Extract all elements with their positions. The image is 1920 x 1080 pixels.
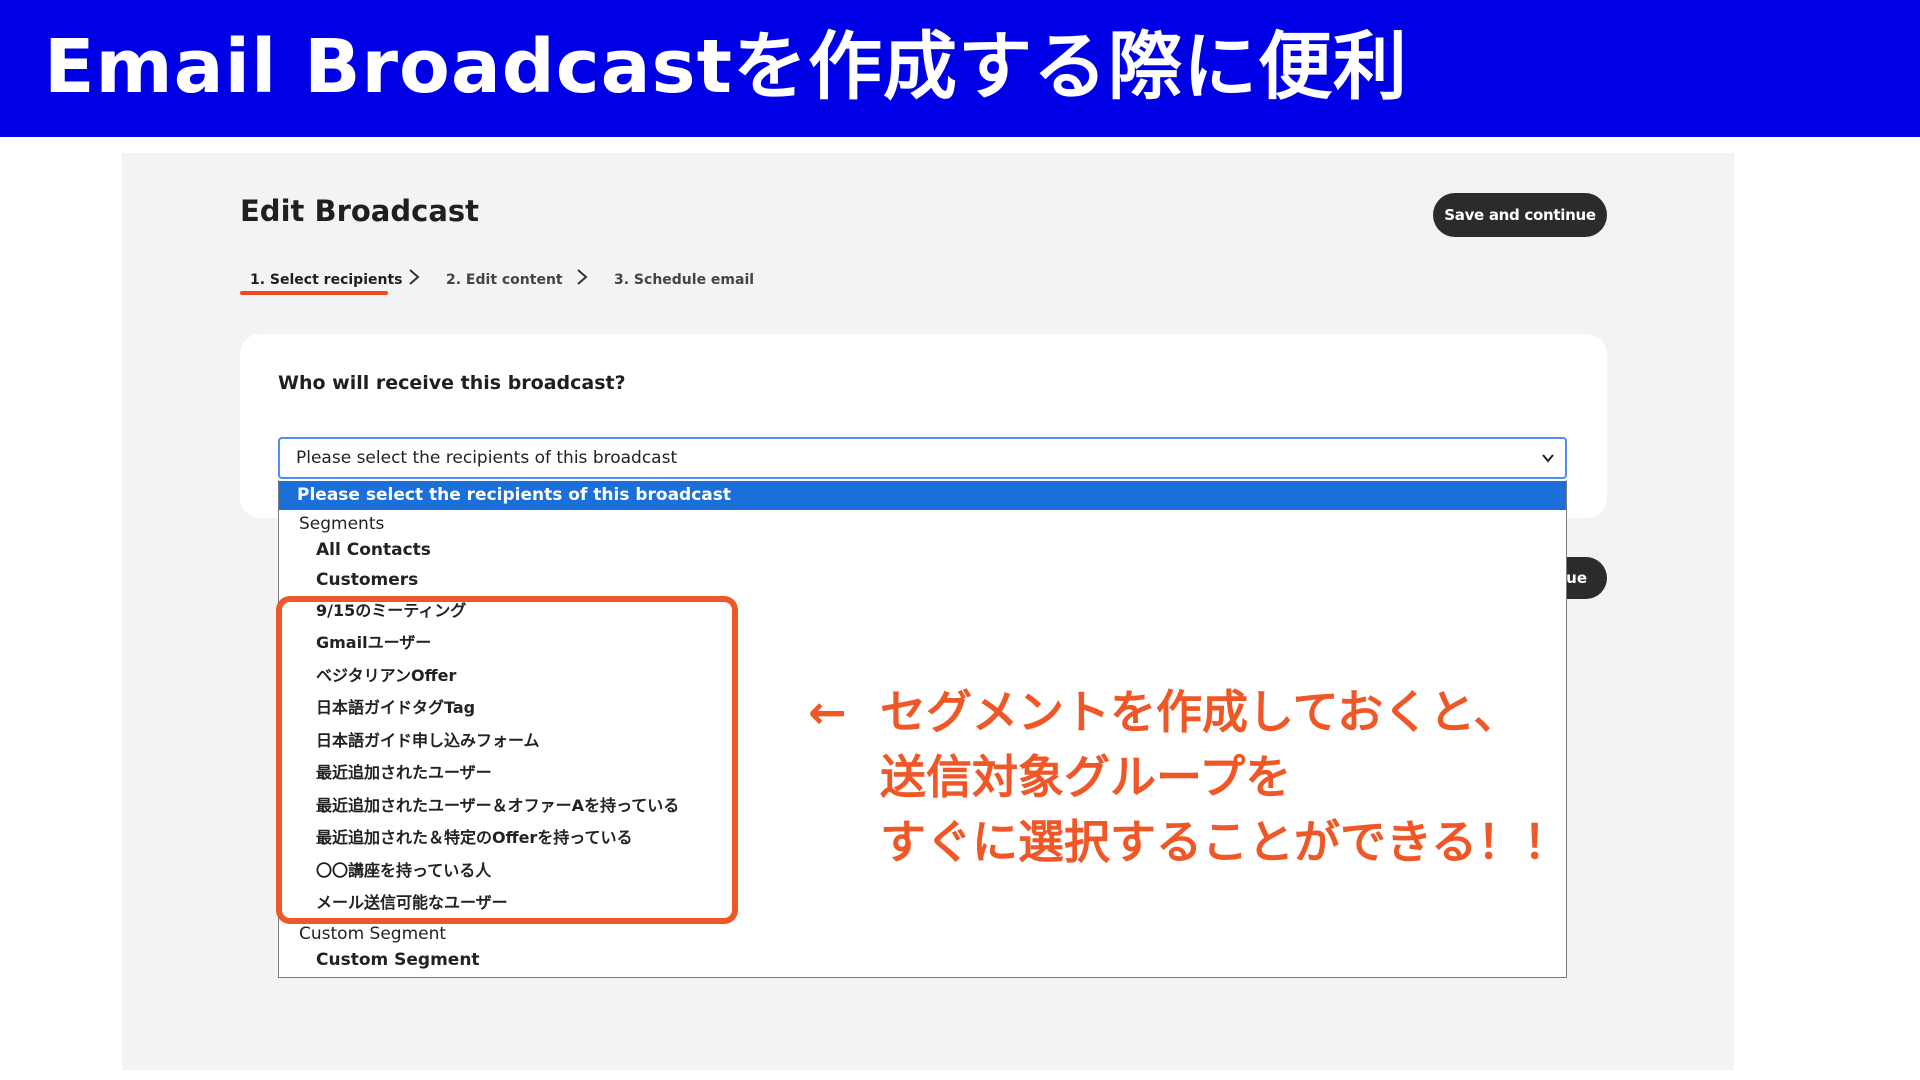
- recipients-select[interactable]: Please select the recipients of this bro…: [278, 437, 1567, 479]
- chevron-right-icon: [577, 269, 588, 285]
- step-edit-content[interactable]: 2. Edit content: [446, 272, 563, 288]
- page-title: Edit Broadcast: [240, 194, 480, 228]
- save-and-continue-button[interactable]: Save and continue: [1433, 193, 1607, 237]
- chevron-down-icon: [1542, 454, 1554, 463]
- callout-line-1: セグメントを作成しておくと、: [880, 685, 1520, 739]
- callout-line-2: 送信対象グループを: [880, 750, 1292, 804]
- step-select-recipients[interactable]: 1. Select recipients: [250, 272, 402, 288]
- option-segment[interactable]: All Contacts: [279, 536, 1566, 565]
- option-segment[interactable]: Customers: [279, 566, 1566, 595]
- banner-title: Email Broadcastを作成する際に便利: [44, 24, 1408, 110]
- optgroup-segments: Segments: [299, 514, 385, 534]
- option-placeholder-selected[interactable]: Please select the recipients of this bro…: [279, 481, 1566, 510]
- left-arrow-icon: ←: [808, 685, 847, 739]
- header-banner: Email Broadcastを作成する際に便利: [0, 0, 1920, 137]
- chevron-right-icon: [409, 269, 420, 285]
- active-step-underline: [240, 291, 388, 295]
- recipients-question: Who will receive this broadcast?: [278, 372, 626, 394]
- optgroup-custom-segment: Custom Segment: [299, 924, 447, 944]
- recipients-select-value: Please select the recipients of this bro…: [296, 448, 678, 468]
- segments-highlight-box: [276, 596, 738, 924]
- step-schedule-email[interactable]: 3. Schedule email: [614, 272, 754, 288]
- callout-line-3: すぐに選択することができる！！: [880, 815, 1570, 869]
- option-custom-segment[interactable]: Custom Segment: [279, 946, 1566, 975]
- save-button-partial-label: ue: [1566, 569, 1587, 587]
